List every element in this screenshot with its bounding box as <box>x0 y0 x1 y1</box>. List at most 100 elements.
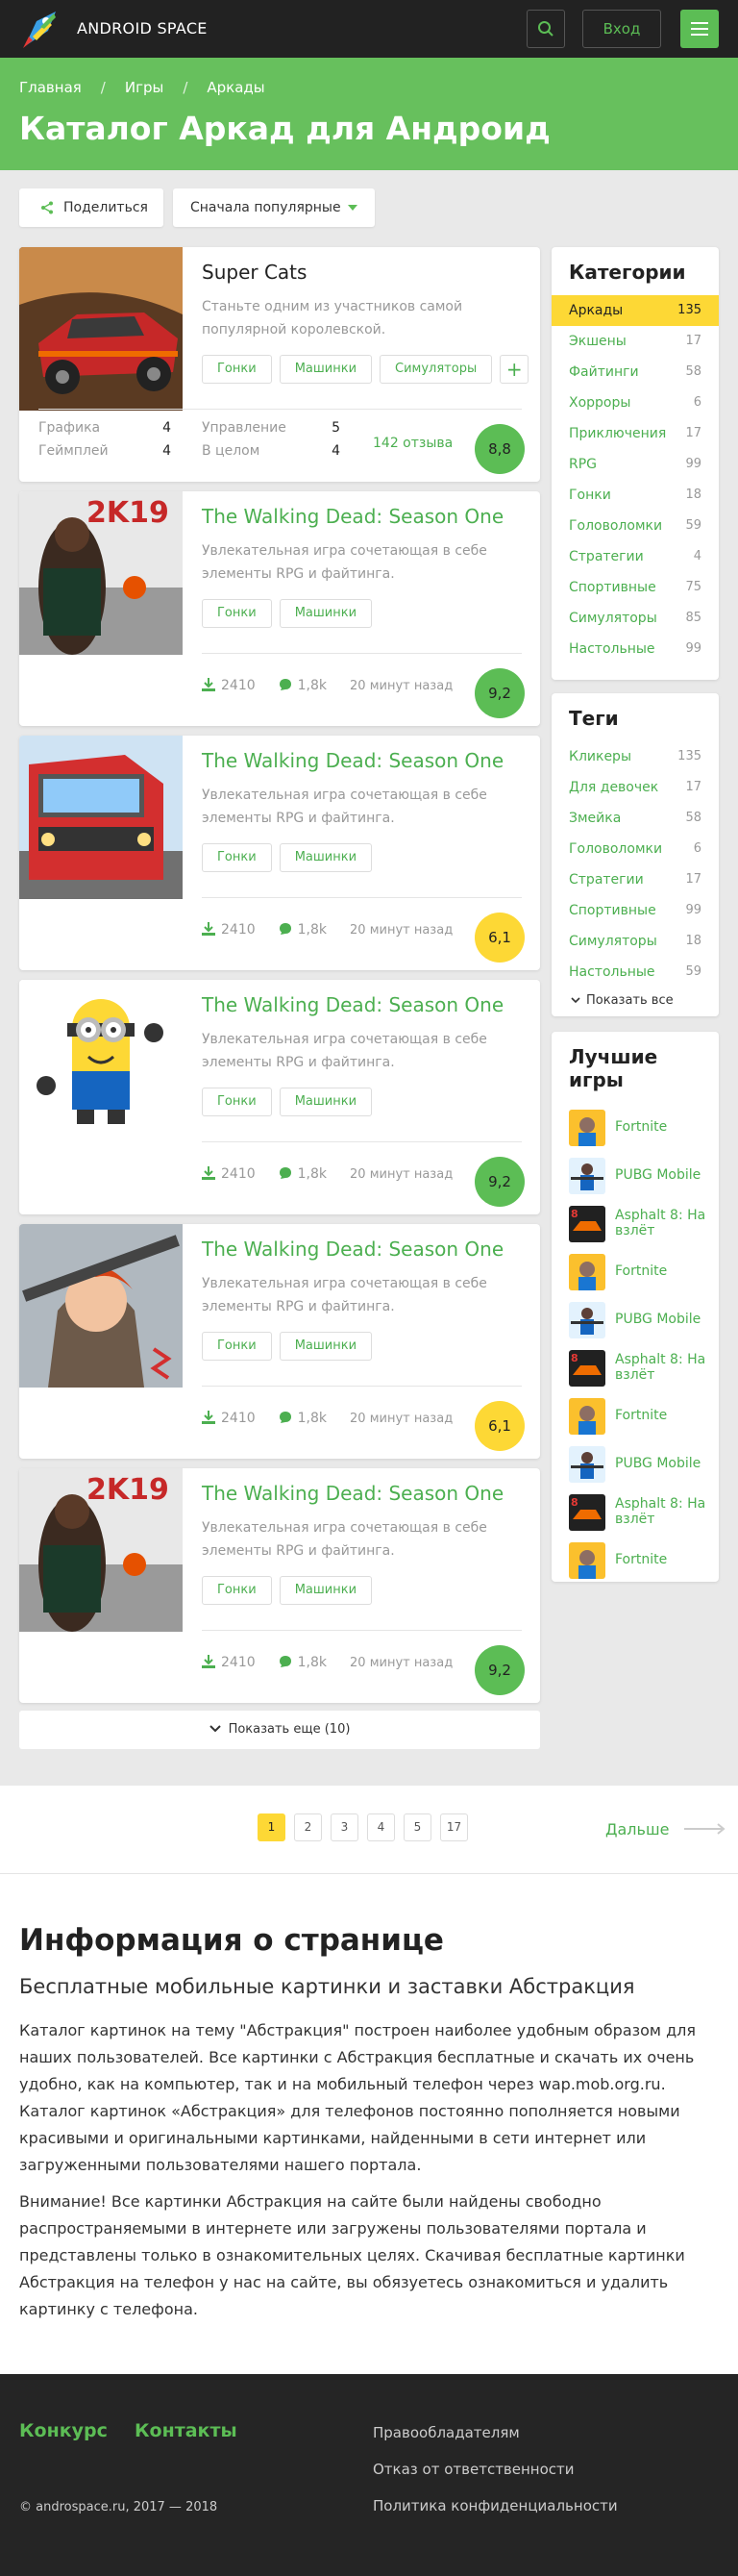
tag-item[interactable]: Кликеры 135 <box>552 741 719 772</box>
tag-chip[interactable]: Машинки <box>279 599 373 628</box>
category-item[interactable]: Аркады 135 <box>552 295 719 326</box>
category-item[interactable]: Стратегии 4 <box>552 541 719 572</box>
tag-chip[interactable]: Машинки <box>279 1088 373 1116</box>
best-game-item[interactable]: Fortnite <box>552 1536 719 1584</box>
sort-dropdown[interactable]: Сначала популярные <box>173 188 375 227</box>
footer-link-privacy[interactable]: Политика конфиденциальности <box>373 2497 618 2514</box>
category-count: 4 <box>693 549 701 563</box>
game-thumbnail[interactable] <box>19 247 183 411</box>
best-game-item[interactable]: PUBG Mobile <box>552 1295 719 1343</box>
best-game-item[interactable]: PUBG Mobile <box>552 1151 719 1199</box>
page-link[interactable]: 2 <box>294 1813 322 1841</box>
best-game-item[interactable]: Fortnite <box>552 1247 719 1295</box>
tag-item[interactable]: Для девочек 17 <box>552 772 719 803</box>
downloads-count: 2410 <box>221 678 256 693</box>
game-thumbnail[interactable]: 2K19 <box>19 1468 183 1632</box>
game-thumbnail[interactable] <box>19 980 183 1143</box>
page-link[interactable]: 3 <box>331 1813 358 1841</box>
footer-link-contest[interactable]: Конкурс <box>19 2420 108 2441</box>
reviews-link[interactable]: 142 отзыва <box>373 436 453 451</box>
pubg-icon <box>569 1446 605 1483</box>
footer-link-contacts[interactable]: Контакты <box>135 2420 237 2441</box>
game-thumbnail[interactable] <box>19 736 183 899</box>
comment-icon <box>279 1167 291 1179</box>
category-item[interactable]: Приключения 17 <box>552 418 719 449</box>
svg-text:8: 8 <box>571 1208 578 1220</box>
game-card[interactable]: The Walking Dead: Season One Увлекательн… <box>19 736 540 970</box>
category-item[interactable]: RPG 99 <box>552 449 719 480</box>
login-button[interactable]: Вход <box>582 10 661 48</box>
tag-chip[interactable]: Гонки <box>202 1576 272 1605</box>
search-icon <box>538 21 554 37</box>
show-more-button[interactable]: Показать еще (10) <box>19 1711 540 1749</box>
game-thumbnail[interactable] <box>19 1224 183 1388</box>
show-all-tags-button[interactable]: Показать все <box>552 988 719 1008</box>
best-game-item[interactable]: Fortnite <box>552 1103 719 1151</box>
breadcrumb-arcades[interactable]: Аркады <box>207 79 264 96</box>
featured-game-card[interactable]: Super Cats Станьте одним из участников с… <box>19 247 540 482</box>
comment-icon <box>279 679 291 690</box>
category-item[interactable]: Настольные 99 <box>552 634 719 664</box>
category-label: Файтинги <box>569 364 639 380</box>
category-item[interactable]: Спортивные 75 <box>552 572 719 603</box>
footer-link-rights[interactable]: Правообладателям <box>373 2424 520 2441</box>
game-card[interactable]: 2K19 The Walking Dead: Season One Увлека… <box>19 491 540 726</box>
game-title[interactable]: The Walking Dead: Season One <box>202 749 504 772</box>
best-game-item[interactable]: 8 Asphalt 8: На взлёт <box>552 1488 719 1536</box>
logo-text[interactable]: ANDROID SPACE <box>77 19 208 38</box>
game-card[interactable]: The Walking Dead: Season One Увлекательн… <box>19 980 540 1214</box>
category-item[interactable]: Симуляторы 85 <box>552 603 719 634</box>
tag-item[interactable]: Змейка 58 <box>552 803 719 834</box>
page-link[interactable]: 1 <box>258 1813 285 1841</box>
game-thumbnail[interactable]: 2K19 <box>19 491 183 655</box>
tag-chip[interactable]: Гонки <box>202 355 272 384</box>
best-game-item[interactable]: Fortnite <box>552 1391 719 1439</box>
game-title[interactable]: Super Cats <box>202 261 307 284</box>
download-icon <box>202 922 215 936</box>
logo-icon[interactable] <box>19 8 62 50</box>
menu-button[interactable] <box>680 10 719 48</box>
tag-chip[interactable]: Гонки <box>202 1332 272 1361</box>
category-item[interactable]: Гонки 18 <box>552 480 719 511</box>
page-link[interactable]: 5 <box>404 1813 431 1841</box>
tag-item[interactable]: Головоломки 6 <box>552 834 719 864</box>
tag-item[interactable]: Стратегии 17 <box>552 864 719 895</box>
add-tag-button[interactable]: + <box>500 355 529 384</box>
score-badge: 9,2 <box>475 668 525 718</box>
game-title[interactable]: The Walking Dead: Season One <box>202 1238 504 1261</box>
tag-chip[interactable]: Машинки <box>279 355 373 384</box>
tag-chip[interactable]: Машинки <box>279 1576 373 1605</box>
tag-chip[interactable]: Гонки <box>202 843 272 872</box>
search-button[interactable] <box>527 10 565 48</box>
category-item[interactable]: Экшены 17 <box>552 326 719 357</box>
tag-chip[interactable]: Гонки <box>202 1088 272 1116</box>
tag-item[interactable]: Спортивные 99 <box>552 895 719 926</box>
game-title[interactable]: The Walking Dead: Season One <box>202 505 504 528</box>
tag-label: Симуляторы <box>569 934 657 949</box>
breadcrumb-home[interactable]: Главная <box>19 79 82 96</box>
tag-chip[interactable]: Машинки <box>279 843 373 872</box>
tag-item[interactable]: Настольные 59 <box>552 957 719 988</box>
tag-chip[interactable]: Машинки <box>279 1332 373 1361</box>
best-game-item[interactable]: PUBG Mobile <box>552 1439 719 1488</box>
footer-link-disclaimer[interactable]: Отказ от ответственности <box>373 2461 575 2478</box>
game-title[interactable]: The Walking Dead: Season One <box>202 993 504 1016</box>
game-title[interactable]: The Walking Dead: Season One <box>202 1482 504 1505</box>
best-game-item[interactable]: 8 Asphalt 8: На взлёт <box>552 1199 719 1247</box>
breadcrumb-games[interactable]: Игры <box>125 79 163 96</box>
page-link[interactable]: 4 <box>367 1813 395 1841</box>
tag-chip[interactable]: Симуляторы <box>380 355 493 384</box>
game-card[interactable]: 2K19 The Walking Dead: Season One Увлека… <box>19 1468 540 1703</box>
pubg-icon <box>569 1158 605 1194</box>
category-item[interactable]: Головоломки 59 <box>552 511 719 541</box>
category-item[interactable]: Хорроры 6 <box>552 388 719 418</box>
next-page-link[interactable]: Дальше <box>605 1820 726 1838</box>
category-item[interactable]: Файтинги 58 <box>552 357 719 388</box>
best-game-item[interactable]: 8 Asphalt 8: На взлёт <box>552 1343 719 1391</box>
game-card[interactable]: The Walking Dead: Season One Увлекательн… <box>19 1224 540 1459</box>
share-button[interactable]: Поделиться <box>19 188 163 227</box>
tag-item[interactable]: Симуляторы 18 <box>552 926 719 957</box>
page-link[interactable]: 17 <box>440 1813 468 1841</box>
tag-chip[interactable]: Гонки <box>202 599 272 628</box>
game-description: Увлекательная игра сочетающая в себе эле… <box>202 1276 487 1314</box>
